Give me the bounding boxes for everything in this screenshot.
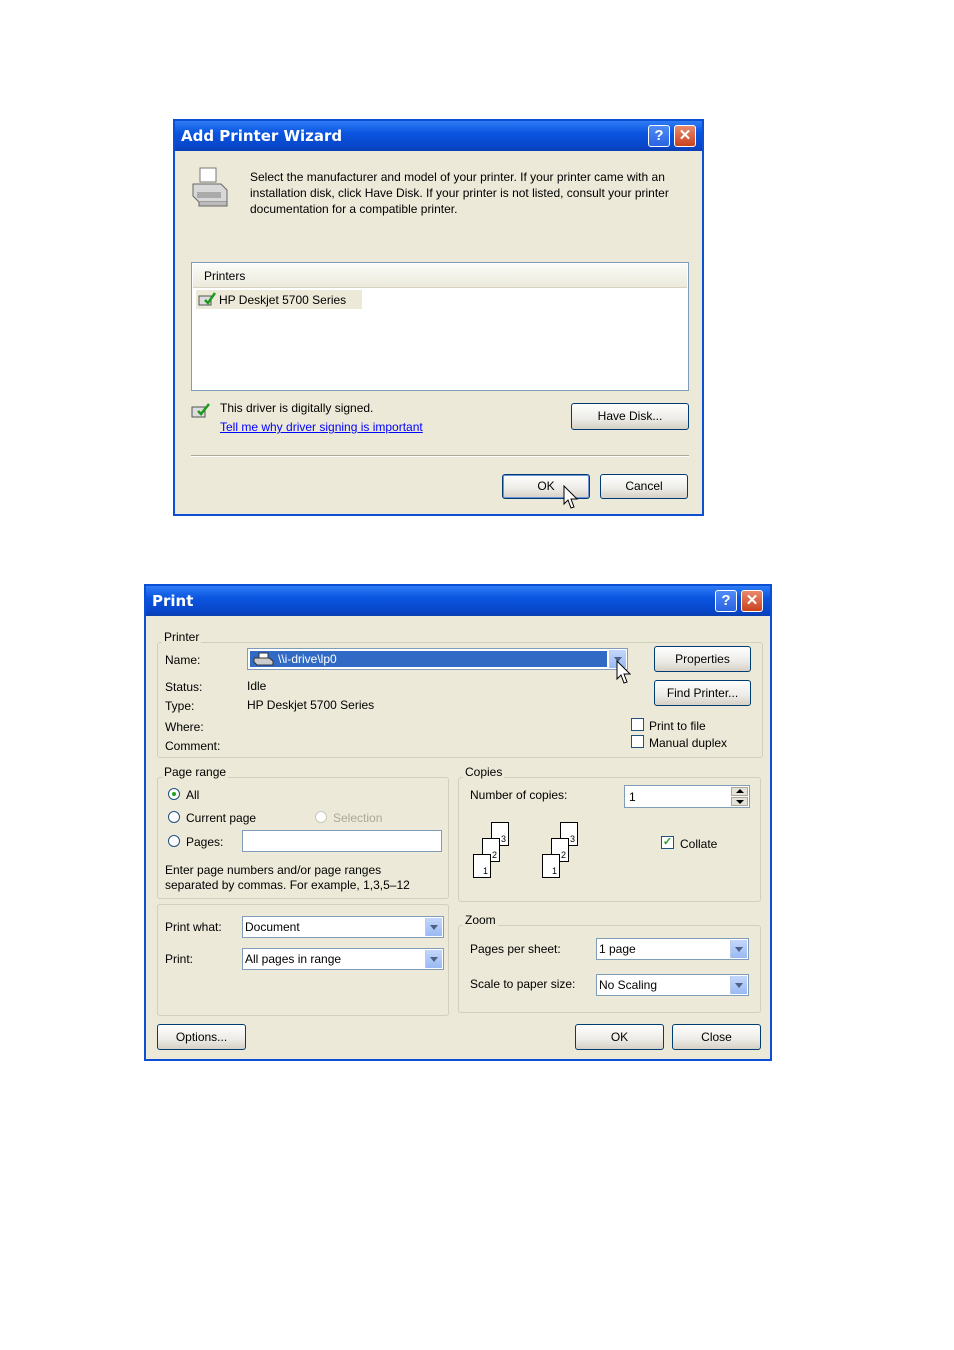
wizard-title-bar[interactable]: Add Printer Wizard — [175, 121, 702, 151]
collated-illustration: 3 2 1 — [542, 822, 592, 888]
copies-group-label: Copies — [463, 765, 505, 779]
all-label[interactable]: All — [186, 788, 199, 802]
options-button[interactable]: Options... — [157, 1024, 246, 1050]
help-icon: ? — [721, 592, 731, 609]
printer-list-item[interactable]: HP Deskjet 5700 Series — [196, 290, 362, 309]
printer-name-dropdown[interactable]: \\i-drive\lp0 — [247, 648, 628, 670]
range-hint-line-1: Enter page numbers and/or page ranges — [165, 863, 382, 877]
pages-label[interactable]: Pages: — [186, 835, 223, 849]
wizard-instructions: Select the manufacturer and model of you… — [250, 170, 669, 216]
signed-text: This driver is digitally signed. — [220, 401, 374, 415]
find-printer-button[interactable]: Find Printer... — [654, 680, 751, 706]
spinner-down-button[interactable] — [731, 797, 748, 806]
print-to-file-checkbox[interactable] — [631, 718, 644, 731]
certified-driver-icon — [198, 292, 216, 306]
print-to-file-label[interactable]: Print to file — [649, 719, 706, 733]
print-range-dropdown[interactable]: All pages in range — [242, 948, 444, 970]
help-button[interactable]: ? — [715, 590, 737, 612]
help-button[interactable]: ? — [648, 125, 670, 147]
chevron-down-icon[interactable] — [425, 918, 442, 936]
have-disk-button[interactable]: Have Disk... — [571, 403, 689, 430]
signed-driver-icon — [191, 403, 210, 418]
type-value: HP Deskjet 5700 Series — [247, 698, 375, 712]
number-of-copies-label: Number of copies: — [470, 788, 568, 802]
copies-spinner[interactable]: 1 — [624, 785, 750, 808]
printer-name-selection: \\i-drive\lp0 — [250, 651, 607, 667]
printers-column-header: Printers — [204, 269, 246, 283]
printers-list-header[interactable]: Printers — [193, 264, 687, 288]
driver-signing-link[interactable]: Tell me why driver signing is important — [220, 420, 423, 434]
manual-duplex-label[interactable]: Manual duplex — [649, 736, 727, 750]
mouse-cursor-icon — [616, 660, 632, 684]
close-icon: ✕ — [745, 592, 759, 609]
copies-value: 1 — [629, 790, 636, 804]
scale-to-paper-size-label: Scale to paper size: — [470, 977, 576, 991]
printers-list[interactable]: Printers HP Deskjet 5700 Series — [191, 262, 689, 391]
print-range-value: All pages in range — [245, 952, 342, 966]
printer-group-label: Printer — [162, 630, 202, 644]
add-printer-wizard-window: Add Printer Wizard ? ✕ Select the manufa… — [173, 119, 704, 516]
cancel-button[interactable]: Cancel — [600, 474, 688, 499]
help-icon: ? — [654, 127, 664, 144]
properties-button[interactable]: Properties — [654, 646, 751, 672]
wizard-title: Add Printer Wizard — [181, 127, 343, 145]
pages-per-sheet-dropdown[interactable]: 1 page — [596, 938, 749, 960]
collate-label[interactable]: Collate — [680, 837, 717, 851]
wizard-separator — [191, 455, 689, 457]
page-range-group-label: Page range — [162, 765, 229, 779]
print-what-label: Print what: — [165, 920, 222, 934]
all-radio[interactable] — [168, 788, 180, 800]
selection-radio[interactable] — [315, 811, 327, 823]
printer-item-label: HP Deskjet 5700 Series — [219, 293, 347, 307]
spinner-up-button[interactable] — [731, 787, 748, 796]
chevron-down-icon — [736, 800, 744, 804]
manual-duplex-checkbox[interactable] — [631, 735, 644, 748]
status-label: Status: — [165, 680, 203, 694]
chevron-up-icon — [736, 789, 744, 793]
close-icon: ✕ — [678, 127, 692, 144]
scale-value: No Scaling — [599, 978, 658, 992]
chevron-down-icon[interactable] — [730, 940, 747, 958]
print-what-value: Document — [245, 920, 300, 934]
comment-label: Comment: — [165, 739, 221, 753]
close-button[interactable]: ✕ — [741, 590, 763, 612]
pages-per-sheet-label: Pages per sheet: — [470, 942, 561, 956]
print-title-bar[interactable]: Print — [146, 586, 770, 616]
page-stack-sheet: 1 — [542, 854, 560, 878]
current-page-label[interactable]: Current page — [186, 811, 256, 825]
pages-per-sheet-value: 1 page — [599, 942, 636, 956]
collate-checkbox[interactable]: ✓ — [661, 836, 674, 849]
chevron-down-icon[interactable] — [730, 976, 747, 994]
pages-input[interactable] — [242, 830, 442, 852]
uncollated-illustration: 3 2 1 — [473, 822, 523, 888]
scale-to-paper-size-dropdown[interactable]: No Scaling — [596, 974, 749, 996]
page-stack-sheet: 1 — [473, 854, 491, 878]
print-what-dropdown[interactable]: Document — [242, 916, 444, 938]
selection-label: Selection — [333, 811, 383, 825]
mouse-cursor-icon — [563, 485, 579, 509]
where-label: Where: — [165, 720, 204, 734]
print-title: Print — [152, 592, 194, 610]
pages-radio[interactable] — [168, 835, 180, 847]
current-page-radio[interactable] — [168, 811, 180, 823]
printer-icon — [192, 167, 228, 207]
name-label: Name: — [165, 653, 201, 667]
print-dialog-window: Print ? ✕ Printer Name: \\i-drive\lp0 St… — [144, 584, 772, 1061]
close-button[interactable]: ✕ — [674, 125, 696, 147]
range-hint-line-2: separated by commas. For example, 1,3,5–… — [165, 878, 410, 892]
print-label: Print: — [165, 952, 194, 966]
type-label: Type: — [165, 699, 195, 713]
ok-button[interactable]: OK — [575, 1024, 664, 1050]
network-printer-icon — [253, 652, 274, 666]
chevron-down-icon[interactable] — [425, 950, 442, 968]
status-value: Idle — [247, 679, 267, 693]
printer-name-value: \\i-drive\lp0 — [278, 652, 337, 666]
zoom-group-label: Zoom — [463, 913, 498, 927]
close-dialog-button[interactable]: Close — [672, 1024, 761, 1050]
